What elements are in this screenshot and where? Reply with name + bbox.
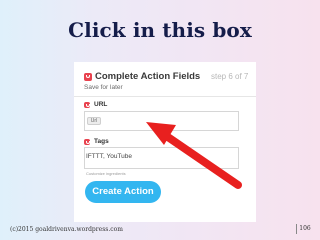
step-indicator: step 6 of 7 (211, 72, 249, 81)
page-number: 106 (296, 224, 313, 234)
footer-copyright: (c)2015 goaldrivenva.wordpress.com (10, 226, 123, 233)
url-input[interactable] (84, 111, 239, 131)
url-label: URL (94, 101, 108, 108)
customize-ingredients-link[interactable]: Customize ingredients (86, 171, 126, 176)
pocket-icon (84, 102, 90, 108)
tags-label: Tags (94, 138, 109, 145)
create-action-button[interactable]: Create Action (85, 181, 161, 203)
tags-value: IFTTT, YouTube (86, 153, 133, 160)
slide-title: Click in this box (68, 18, 252, 42)
save-for-later-link[interactable]: Save for later (84, 84, 123, 91)
url-ingredient-chip[interactable]: Url (87, 117, 101, 125)
form-header-title: Complete Action Fields (95, 71, 201, 82)
divider (74, 96, 256, 97)
pocket-icon (84, 139, 90, 145)
pocket-icon (84, 73, 92, 81)
